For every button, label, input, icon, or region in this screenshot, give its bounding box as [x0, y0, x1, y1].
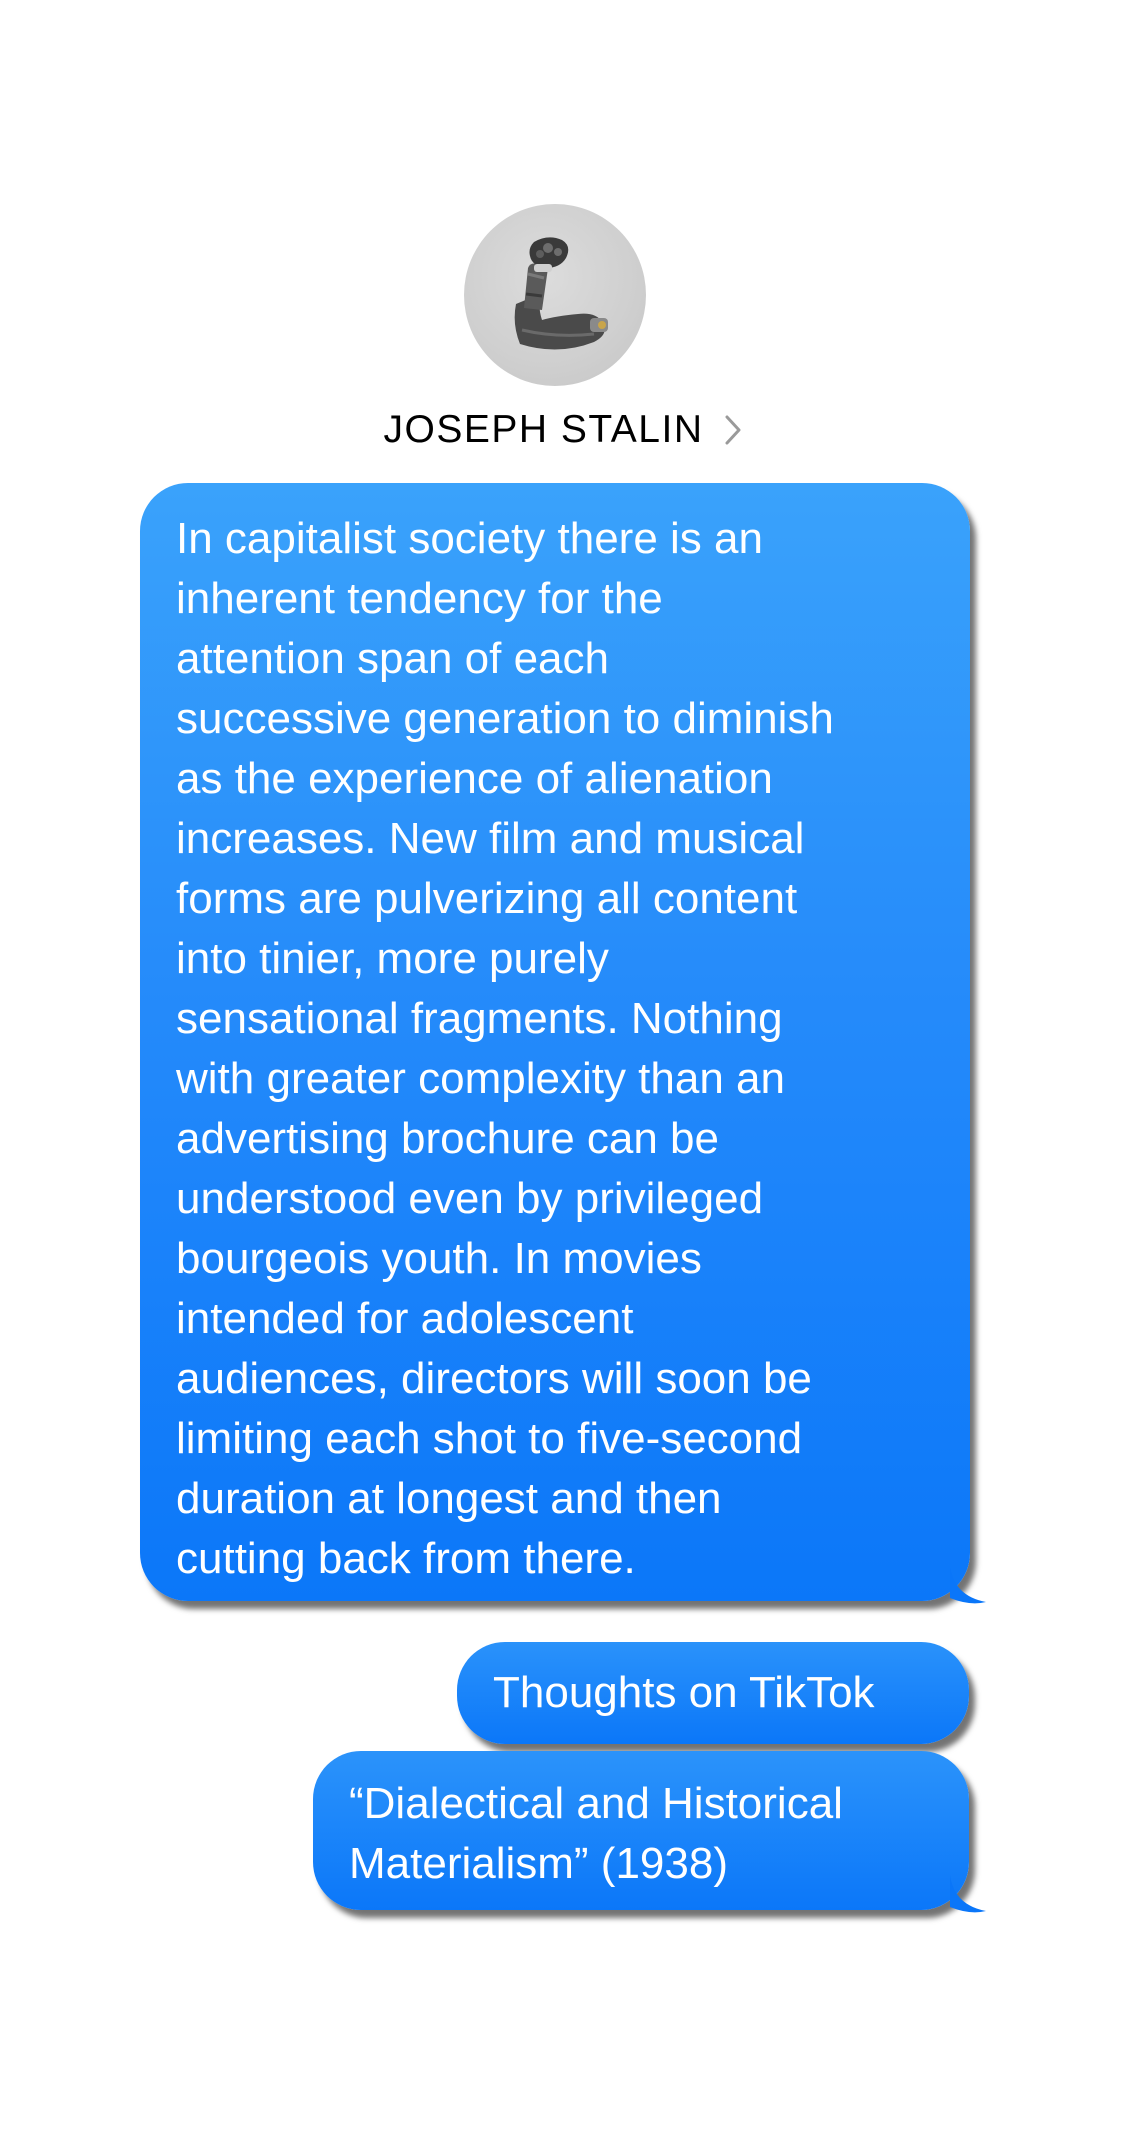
message-text: Thoughts on TikTok [493, 1668, 875, 1717]
avatar[interactable] [464, 204, 646, 386]
conversation-header: JOSEPH STALIN [0, 0, 1125, 470]
contact-name-row[interactable]: JOSEPH STALIN [0, 400, 1125, 460]
contact-name[interactable]: JOSEPH STALIN [383, 408, 703, 452]
message-bubble[interactable]: Thoughts on TikTok [457, 1642, 969, 1744]
bubble-tail [950, 1875, 986, 1913]
mechanical-arm-icon [514, 237, 608, 350]
message-text: “Dialectical and Historical Materialism”… [349, 1779, 843, 1888]
message-bubble[interactable]: “Dialectical and Historical Materialism”… [313, 1751, 969, 1910]
chevron-right-icon[interactable] [724, 414, 742, 446]
message-text: In capitalist society there is an inhere… [176, 514, 834, 1583]
message-bubble[interactable]: In capitalist society there is an inhere… [140, 483, 970, 1601]
bubble-tail [950, 1566, 986, 1604]
